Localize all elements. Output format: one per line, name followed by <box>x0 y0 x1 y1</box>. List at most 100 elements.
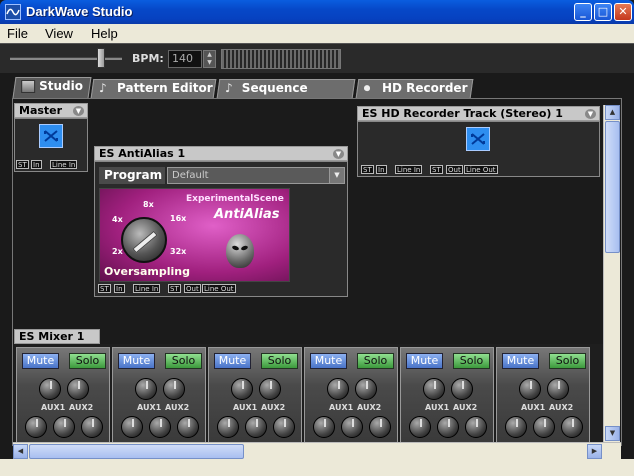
aux2-label: AUX2 <box>357 403 382 412</box>
solo-button[interactable]: Solo <box>549 353 586 369</box>
master-module-icon[interactable] <box>39 124 63 148</box>
pan-knob[interactable] <box>25 416 47 438</box>
gain-knob[interactable] <box>533 416 555 438</box>
level-knob[interactable] <box>177 416 199 438</box>
maximize-button[interactable]: □ <box>594 3 612 21</box>
gain-knob[interactable] <box>341 416 363 438</box>
gain-knob[interactable] <box>245 416 267 438</box>
master-port-in[interactable]: In <box>31 160 42 169</box>
pan-knob[interactable] <box>217 416 239 438</box>
gain-knob[interactable] <box>437 416 459 438</box>
master-dropdown-icon[interactable]: ▼ <box>73 106 84 116</box>
bpm-spin-down[interactable]: ▼ <box>204 59 215 67</box>
minimize-button[interactable]: _ <box>574 3 592 21</box>
mixer-strip: Mute Solo AUX1 AUX2 <box>16 347 110 443</box>
level-knob[interactable] <box>273 416 295 438</box>
tab-sequence-editor[interactable]: ♪ Sequence Editor <box>216 79 356 112</box>
hd-port-line-out[interactable]: Line Out <box>464 165 498 174</box>
note-icon: ♪ <box>225 81 233 95</box>
aux1-knob[interactable] <box>135 378 157 400</box>
mute-button[interactable]: Mute <box>22 353 59 369</box>
aux1-label: AUX1 <box>521 403 546 412</box>
aux2-knob[interactable] <box>451 378 473 400</box>
aa-port-line-out[interactable]: Line Out <box>202 284 236 293</box>
aa-port-out[interactable]: Out <box>184 284 201 293</box>
aux1-knob[interactable] <box>39 378 61 400</box>
bpm-spin-up[interactable]: ▲ <box>204 51 215 59</box>
level-knob[interactable] <box>369 416 391 438</box>
hd-track-module-icon[interactable] <box>466 127 490 151</box>
tab-hd-recorder[interactable]: ⏺ HD Recorder <box>355 79 474 98</box>
bpm-spinner[interactable]: ▲ ▼ <box>203 50 216 68</box>
horizontal-scroll-thumb[interactable] <box>29 444 244 459</box>
pan-knob[interactable] <box>313 416 335 438</box>
volume-slider-thumb[interactable] <box>97 48 105 68</box>
tab-studio[interactable]: Studio <box>12 77 92 98</box>
scroll-right-button[interactable]: ▶ <box>587 444 602 459</box>
aux2-knob[interactable] <box>259 378 281 400</box>
aux2-knob[interactable] <box>67 378 89 400</box>
scroll-up-button[interactable]: ▲ <box>605 105 620 120</box>
tab-pattern-editor[interactable]: ♪ Pattern Editor <box>90 79 217 98</box>
mute-button[interactable]: Mute <box>502 353 539 369</box>
aux2-knob[interactable] <box>163 378 185 400</box>
brand-label: ExperimentalScene <box>186 194 284 204</box>
solo-button[interactable]: Solo <box>165 353 202 369</box>
toolbar: BPM: 140 ▲ ▼ <box>0 43 634 73</box>
master-panel: ST In Line In <box>14 118 88 172</box>
pan-knob[interactable] <box>409 416 431 438</box>
mute-button[interactable]: Mute <box>406 353 443 369</box>
app-icon <box>5 4 21 20</box>
aux1-label: AUX1 <box>329 403 354 412</box>
scroll-left-button[interactable]: ◀ <box>13 444 28 459</box>
volume-slider-track[interactable] <box>10 57 122 60</box>
hd-track-dropdown-icon[interactable]: ▼ <box>585 109 596 119</box>
aux1-knob[interactable] <box>519 378 541 400</box>
mute-button[interactable]: Mute <box>118 353 155 369</box>
close-button[interactable]: ✕ <box>614 3 632 21</box>
pan-knob[interactable] <box>121 416 143 438</box>
window-title: DarkWave Studio <box>26 4 133 19</box>
program-select[interactable]: Default ▼ <box>167 167 345 184</box>
hd-track-panel-header[interactable]: ES HD Recorder Track (Stereo) 1 ▼ <box>357 106 600 121</box>
aux1-label: AUX1 <box>233 403 258 412</box>
aux1-knob[interactable] <box>327 378 349 400</box>
horizontal-scrollbar[interactable]: ◀ ▶ <box>13 442 621 459</box>
aux2-knob[interactable] <box>355 378 377 400</box>
mute-button[interactable]: Mute <box>310 353 347 369</box>
aux1-knob[interactable] <box>423 378 445 400</box>
level-knob[interactable] <box>81 416 103 438</box>
mute-button[interactable]: Mute <box>214 353 251 369</box>
level-knob[interactable] <box>465 416 487 438</box>
aux2-knob[interactable] <box>547 378 569 400</box>
hd-port-out[interactable]: Out <box>446 165 463 174</box>
solo-button[interactable]: Solo <box>69 353 106 369</box>
aux1-knob[interactable] <box>231 378 253 400</box>
solo-button[interactable]: Solo <box>261 353 298 369</box>
aa-port-line-in[interactable]: Line In <box>133 284 161 293</box>
solo-button[interactable]: Solo <box>453 353 490 369</box>
hd-port-in[interactable]: In <box>376 165 387 174</box>
scroll-down-button[interactable]: ▼ <box>605 426 620 441</box>
antialias-panel-header[interactable]: ES AntiAlias 1 ▼ <box>94 146 348 161</box>
gain-knob[interactable] <box>149 416 171 438</box>
aa-port-in[interactable]: In <box>114 284 125 293</box>
menu-file[interactable]: File <box>7 26 28 41</box>
master-panel-header[interactable]: Master ▼ <box>14 103 88 118</box>
solo-button[interactable]: Solo <box>357 353 394 369</box>
chevron-down-icon[interactable]: ▼ <box>329 168 344 183</box>
aux2-label: AUX2 <box>69 403 94 412</box>
menu-view[interactable]: View <box>45 26 73 41</box>
oversampling-knob[interactable] <box>121 217 167 263</box>
antialias-dropdown-icon[interactable]: ▼ <box>333 149 344 159</box>
hd-port-line-in[interactable]: Line In <box>395 165 423 174</box>
menu-help[interactable]: Help <box>91 26 118 41</box>
master-port-line-in[interactable]: Line In <box>50 160 78 169</box>
level-knob[interactable] <box>561 416 583 438</box>
gain-knob[interactable] <box>53 416 75 438</box>
vertical-scroll-thumb[interactable] <box>605 121 620 253</box>
mixer-panel-header[interactable]: ES Mixer 1 <box>14 329 100 344</box>
vertical-scrollbar[interactable]: ▲ ▼ <box>603 105 620 442</box>
bpm-input[interactable]: 140 <box>168 50 202 68</box>
pan-knob[interactable] <box>505 416 527 438</box>
